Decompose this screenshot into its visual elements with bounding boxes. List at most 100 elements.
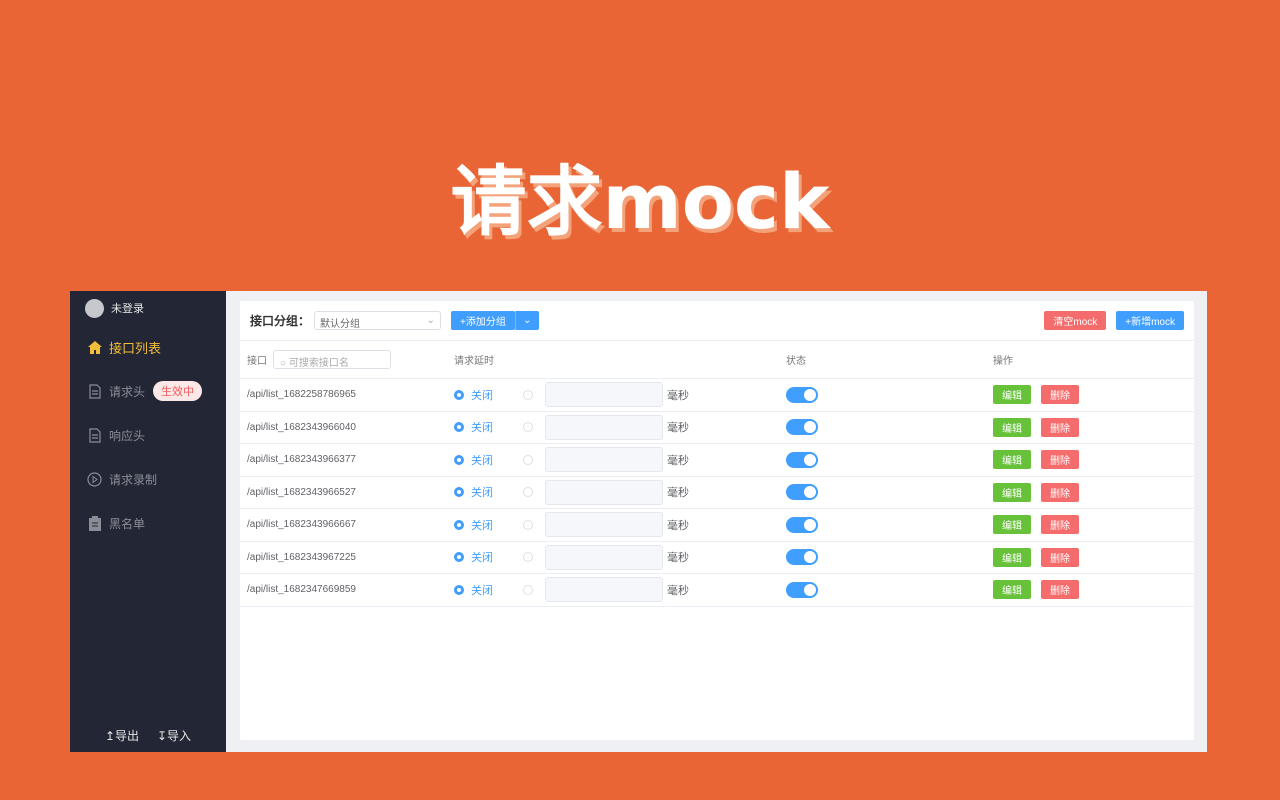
status-toggle[interactable] [786,484,818,501]
export-button[interactable]: ↥导出 [105,727,139,744]
delay-input[interactable] [545,577,663,603]
status-badge: 生效中 [153,381,203,401]
delete-button[interactable]: 删除 [1041,547,1079,567]
edit-button[interactable]: 编辑 [993,450,1031,470]
api-path: /api/list_1682343966527 [247,486,356,498]
api-path: /api/list_1682343966377 [247,454,356,466]
delete-button[interactable]: 删除 [1041,515,1079,535]
radio-off[interactable] [454,519,464,530]
delay-input[interactable] [545,382,663,408]
off-label: 关闭 [471,519,493,532]
radio-off[interactable] [454,389,464,400]
edit-button[interactable]: 编辑 [993,515,1031,535]
radio-delay[interactable] [523,454,533,465]
api-path: /api/list_1682343967225 [247,551,356,563]
group-label: 接口分组： [250,314,311,328]
unit-label: 毫秒 [667,454,689,467]
table-header: 接口 ○ 可搜索接口名 请求延时 状态 操作 [240,341,1194,379]
api-path: /api/list_1682343966040 [247,421,356,433]
user-name: 未登录 [111,303,144,315]
table-row: /api/list_1682258786965 关闭 毫秒 编辑 删除 [240,379,1194,412]
api-path: /api/list_1682258786965 [247,389,356,401]
user-info[interactable]: 未登录 [70,291,226,325]
edit-button[interactable]: 编辑 [993,417,1031,437]
status-toggle[interactable] [786,451,818,468]
delete-button[interactable]: 删除 [1041,580,1079,600]
delete-button[interactable]: 删除 [1041,385,1079,405]
unit-label: 毫秒 [667,422,689,435]
app-window: 未登录 接口列表 请求头 生效中 响应头 请求录制 黑名单 ↥导出 ↧导入 接口分组… [70,291,1207,752]
sidebar-item-label: 黑名单 [109,516,146,531]
add-mock-button[interactable]: +新增mock [1116,311,1184,330]
play-circle-icon [87,471,102,487]
delete-button[interactable]: 删除 [1041,482,1079,502]
clear-mock-button[interactable]: 清空mock [1044,311,1107,330]
off-label: 关闭 [471,487,493,500]
edit-button[interactable]: 编辑 [993,385,1031,405]
radio-off[interactable] [454,487,464,498]
edit-button[interactable]: 编辑 [993,547,1031,567]
header-api: 接口 [247,356,267,367]
unit-label: 毫秒 [667,519,689,532]
search-input[interactable]: ○ 可搜索接口名 [273,350,391,369]
sidebar-item-api-list[interactable]: 接口列表 [70,325,226,369]
sidebar-item-response-headers[interactable]: 响应头 [70,413,226,457]
delay-input[interactable] [545,479,663,505]
table-row: /api/list_1682343966667 关闭 毫秒 编辑 删除 [240,509,1194,542]
radio-off[interactable] [454,552,464,563]
table-row: /api/list_1682347669859 关闭 毫秒 编辑 删除 [240,574,1194,607]
search-icon: ○ [280,358,289,369]
api-path: /api/list_1682343966667 [247,519,356,531]
group-select-value: 默认分组 [320,319,361,330]
edit-button[interactable]: 编辑 [993,580,1031,600]
sidebar-item-blacklist[interactable]: 黑名单 [70,501,226,545]
delay-input[interactable] [545,447,663,473]
radio-delay[interactable] [523,422,533,433]
search-placeholder: 可搜索接口名 [288,358,349,369]
edit-button[interactable]: 编辑 [993,482,1031,502]
group-dropdown-button[interactable]: ⌄ [514,311,539,330]
status-toggle[interactable] [786,419,818,436]
add-group-button[interactable]: +添加分组 [451,311,515,330]
sidebar: 未登录 接口列表 请求头 生效中 响应头 请求录制 黑名单 ↥导出 ↧导入 [70,291,226,752]
sidebar-item-label: 响应头 [109,428,146,443]
delay-input[interactable] [545,512,663,538]
avatar [85,298,104,318]
delay-input[interactable] [545,414,663,440]
table-row: /api/list_1682343966377 关闭 毫秒 编辑 删除 [240,444,1194,477]
radio-delay[interactable] [523,519,533,530]
sidebar-item-recording[interactable]: 请求录制 [70,457,226,501]
off-label: 关闭 [471,454,493,467]
radio-off[interactable] [454,584,464,595]
table-row: /api/list_1682343966527 关闭 毫秒 编辑 删除 [240,477,1194,509]
delay-input[interactable] [545,544,663,570]
sidebar-item-request-headers[interactable]: 请求头 生效中 [70,369,226,413]
home-icon [87,340,102,355]
status-toggle[interactable] [786,549,818,566]
header-actions: 操作 [993,356,1013,367]
delete-button[interactable]: 删除 [1041,417,1079,437]
group-select[interactable]: 默认分组 ⌄ [314,311,442,330]
status-toggle[interactable] [786,386,818,403]
status-toggle[interactable] [786,581,818,598]
radio-off[interactable] [454,422,464,433]
radio-delay[interactable] [523,552,533,563]
import-button[interactable]: ↧导入 [157,727,191,744]
off-label: 关闭 [471,422,493,435]
unit-label: 毫秒 [667,487,689,500]
radio-delay[interactable] [523,584,533,595]
radio-delay[interactable] [523,487,533,498]
radio-off[interactable] [454,454,464,465]
status-toggle[interactable] [786,516,818,533]
unit-label: 毫秒 [667,584,689,597]
chevron-down-icon: ⌄ [426,315,436,326]
table-row: /api/list_1682343967225 关闭 毫秒 编辑 删除 [240,542,1194,574]
sidebar-item-label: 接口列表 [109,340,162,356]
delete-button[interactable]: 删除 [1041,450,1079,470]
document-icon [87,427,102,443]
radio-delay[interactable] [523,389,533,400]
header-status: 状态 [786,356,806,367]
off-label: 关闭 [471,584,493,597]
off-label: 关闭 [471,389,493,402]
document-icon [87,383,102,399]
